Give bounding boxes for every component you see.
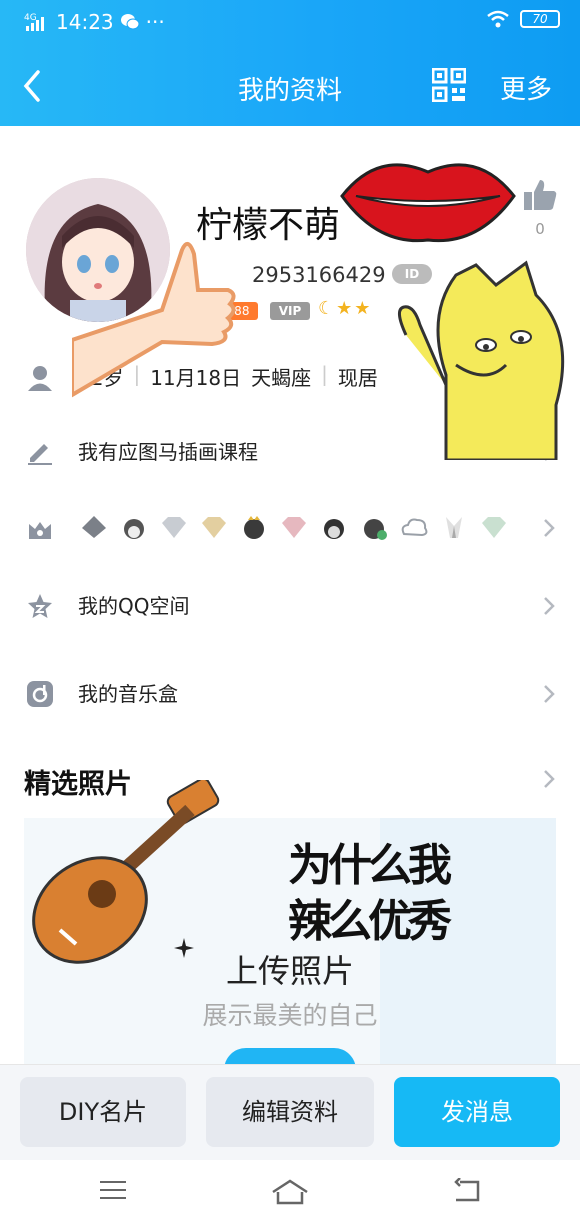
diamond-icon: [282, 517, 306, 538]
tuxedo-icon: [446, 517, 462, 538]
vip-badge[interactable]: VIP: [270, 302, 310, 320]
menu-icon[interactable]: [98, 1178, 128, 1202]
upload-subtitle: 展示最美的自己: [202, 1001, 378, 1030]
edit-profile-button[interactable]: 编辑资料: [206, 1077, 374, 1147]
badge-icons: [78, 514, 510, 540]
bottom-action-bar: DIY名片 编辑资料 发消息: [0, 1064, 580, 1160]
status-more: ···: [145, 10, 165, 34]
chevron-right-icon: [544, 597, 555, 615]
qq-number: 2953166429: [252, 263, 386, 287]
thumbs-up-hand-sticker: [72, 242, 236, 398]
level-icons[interactable]: ☾★★: [318, 298, 372, 319]
text-sticker: 为什么我辣么优秀: [288, 840, 452, 947]
penguin-badge-icon: [244, 516, 264, 539]
page-title: 我的资料: [237, 76, 342, 106]
status-time: 14:23: [56, 10, 114, 34]
star-icon: ★: [354, 298, 373, 319]
penguin-badge-icon: [82, 516, 106, 538]
profile-screen: 4G 14:23 ··· 70 我的资料 更多 柠檬不萌 2953166429 …: [0, 0, 580, 1225]
chevron-right-icon: [544, 685, 555, 703]
thumbs-up-icon: [524, 180, 557, 210]
music-box-icon: [27, 681, 53, 707]
crown-box-icon: [29, 522, 51, 539]
doge-sticker: [398, 260, 565, 460]
diamond-icon: [202, 517, 226, 538]
qzone-label: 我的QQ空间: [78, 594, 190, 618]
like-count: 0: [535, 220, 545, 238]
send-message-button[interactable]: 发消息: [394, 1077, 560, 1147]
svip-cloud-icon: [401, 518, 428, 537]
diamond-icon: [482, 517, 506, 538]
qr-code-icon[interactable]: [432, 68, 466, 102]
chevron-right-icon: [544, 519, 555, 537]
penguin-badge-icon: [364, 519, 387, 540]
star-icon: ★: [336, 298, 355, 319]
lips-sticker: [340, 163, 516, 243]
status-bar: 4G 14:23 ··· 70: [0, 8, 580, 38]
svg-text:4G: 4G: [24, 13, 37, 23]
nav-bar: 我的资料 更多: [0, 58, 580, 114]
badges-row[interactable]: [0, 498, 580, 558]
music-label: 我的音乐盒: [78, 682, 178, 706]
system-nav-bar: [0, 1160, 580, 1225]
wifi-icon: [487, 10, 509, 28]
zodiac: 天蝎座: [251, 366, 312, 390]
diy-card-button[interactable]: DIY名片: [20, 1077, 186, 1147]
penguin-badge-icon: [124, 519, 144, 539]
signal-icon: 4G: [24, 13, 44, 31]
location: 现居: [337, 366, 378, 390]
music-row[interactable]: 我的音乐盒: [0, 664, 580, 724]
qzone-row[interactable]: 我的QQ空间: [0, 576, 580, 636]
person-icon: [28, 366, 52, 391]
chevron-right-icon[interactable]: [542, 768, 556, 790]
wechat-icon: [120, 14, 140, 30]
penguin-badge-icon: [324, 519, 344, 539]
signature-text: 我有应图马插画课程: [78, 440, 258, 464]
like-button[interactable]: 0: [520, 178, 560, 238]
moon-icon: ☾: [318, 298, 337, 319]
header: 4G 14:23 ··· 70 我的资料 更多: [0, 0, 580, 126]
home-icon[interactable]: [270, 1178, 310, 1206]
ukulele-sticker: [32, 780, 220, 964]
diamond-icon: [162, 517, 186, 538]
star-outline-icon: [28, 594, 52, 618]
more-button[interactable]: 更多: [500, 69, 552, 106]
pencil-icon: [28, 444, 52, 465]
divider: |: [321, 362, 328, 386]
back-icon[interactable]: [452, 1178, 482, 1204]
battery-indicator: 70: [520, 10, 560, 28]
